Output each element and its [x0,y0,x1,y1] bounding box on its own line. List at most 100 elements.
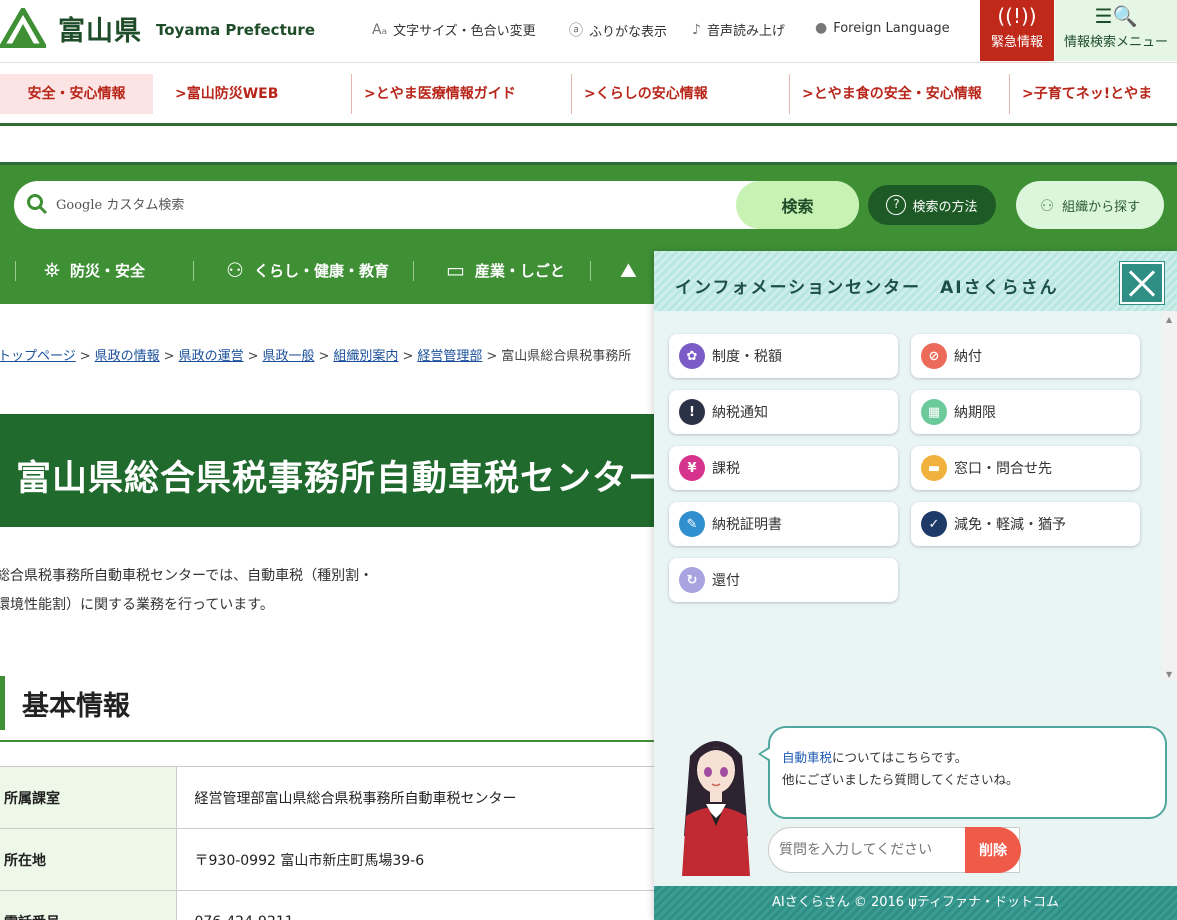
read-aloud-link[interactable]: ♪ 音声読み上げ [692,20,785,40]
speaker-icon: ♪ [692,21,701,38]
certificate-icon: ✎ [679,511,705,537]
table-row: 電話番号 076-424-9211 [0,890,660,920]
topic-button[interactable]: ▬ 窓口・問合せ先 [911,446,1140,490]
topic-button[interactable]: ↻ 還付 [669,558,898,602]
description-line: 環境性能割）に関する業務を行っています。 [0,597,274,613]
clip-icon: ⊘ [921,343,947,369]
breadcrumb-link[interactable]: 県政の運営 [179,349,244,364]
table-row-value: 〒930-0992 富山市新庄町馬場39-6 [176,828,660,891]
breadcrumb-separator: > [79,349,91,364]
table-row-value: 経営管理部富山県総合県税事務所自動車税センター [176,766,660,829]
breadcrumb-link[interactable]: トップページ [0,349,76,364]
breadcrumb-link[interactable]: 組織別案内 [333,349,398,364]
chat-title: インフォメーションセンター AIさくらさん [675,278,1059,298]
org-search-button[interactable]: ⚇ 組織から探す [1016,181,1164,229]
page-title-band: 富山県総合県税事務所自動車税センター [0,414,660,527]
emergency-info-button[interactable]: ((!)) 緊急情報 [980,0,1054,61]
breadcrumb-separator: > [247,349,259,364]
sakura-avatar [682,741,750,876]
search-howto-label: 検索の方法 [912,199,978,215]
site-logo[interactable]: 富山県 Toyama Prefecture [0,8,315,48]
assistant-message-bubble: 自動車税についてはこちらです。 他にございましたら質問してくださいね。 [758,726,1167,819]
search-menu-icon: ☰🔍 [1094,4,1138,28]
chat-scrollbar[interactable]: ▲ ▼ [1163,311,1177,681]
description-line: 総合県税事務所自動車税センターでは、自動車税（種別割・ [0,568,374,584]
topic-label: 窓口・問合せ先 [954,461,1052,477]
nav-category-safety[interactable]: ⛯ 防災・安全 [44,257,145,283]
text-size-label: 文字サイズ・色合い変更 [393,24,536,39]
scroll-up-icon[interactable]: ▲ [1166,315,1172,324]
search-input[interactable] [56,181,736,229]
breadcrumb-current: 富山県総合県税事務所 [501,349,632,364]
nav-category-industry[interactable]: ▭ 産業・しごと [446,257,565,283]
chat-conversation: 自動車税についてはこちらです。 他にございましたら質問してくださいね。 削除 [654,681,1177,886]
topic-label: 制度・税額 [712,349,782,365]
safety-link-childcare[interactable]: >子育てネッ!とやま [1009,74,1152,114]
scroll-down-icon[interactable]: ▼ [1166,670,1172,679]
info-search-menu-button[interactable]: ☰🔍 情報検索メニュー [1055,0,1177,61]
page-description: 総合県税事務所自動車税センターでは、自動車税（種別割・ 環境性能割）に関する業務… [0,562,656,620]
furigana-label: ふりがな表示 [589,24,668,40]
exclamation-icon: ! [679,399,705,425]
chat-close-button[interactable] [1119,261,1165,305]
nav-divider [15,261,16,281]
text-size-link[interactable]: Aₐ 文字サイズ・色合い変更 [372,20,536,40]
nav-category-living[interactable]: ⚇ くらし・健康・教育 [226,257,389,283]
delete-button[interactable]: 削除 [965,827,1021,873]
site-header: 富山県 Toyama Prefecture Aₐ 文字サイズ・色合い変更 ⓐ ふ… [0,0,1177,62]
topic-label: 納付 [954,349,982,365]
briefcase-icon: ▭ [446,258,465,282]
table-row-label: 所在地 [0,828,177,891]
chat-footer: AIさくらさん © 2016 ψティファナ・ドットコム [654,886,1177,920]
topic-button[interactable]: ✓ 減免・軽減・猶予 [911,502,1140,546]
topic-label: 納税証明書 [712,517,782,533]
chat-header: インフォメーションセンター AIさくらさん [654,251,1177,311]
section-accent-bar [0,676,5,730]
nav-category-tourism[interactable]: ⛰ [620,257,647,283]
org-search-label: 組織から探す [1062,199,1141,215]
breadcrumb-separator: > [486,349,498,364]
topic-button[interactable]: ⊘ 納付 [911,334,1140,378]
safety-link-living[interactable]: >くらしの安心情報 [571,74,708,114]
read-aloud-label: 音声読み上げ [706,24,785,39]
topic-button[interactable]: ▦ 納期限 [911,390,1140,434]
topic-link[interactable]: 自動車税 [782,750,832,765]
chat-topic-list: ✿ 制度・税額 ⊘ 納付 ! 納税通知 ▦ 納期限 ¥ 課税 ▬ 窓口・問合せ先… [654,311,1177,681]
table-row-value: 076-424-9211 [176,890,660,920]
text-size-icon: Aₐ [372,21,388,38]
nav-divider [590,261,591,281]
mountain-icon: ⛰ [620,258,637,282]
calendar-icon: ▦ [921,399,947,425]
section-title: 基本情報 [22,691,130,722]
nav-divider [413,261,414,281]
message-line: 他にございましたら質問してくださいね。 [782,772,1019,787]
furigana-link[interactable]: ⓐ ふりがな表示 [569,20,667,40]
breadcrumb-link[interactable]: 県政一般 [263,349,315,364]
safety-link-bousai[interactable]: >富山防災WEB [163,74,278,114]
desk-icon: ▬ [921,455,947,481]
breadcrumb-link[interactable]: 県政の情報 [95,349,160,364]
topic-button[interactable]: ✎ 納税証明書 [669,502,898,546]
search-icon [27,194,48,215]
basic-info-table: 所属課室 経営管理部富山県総合県税事務所自動車税センター 所在地 〒930-09… [0,766,660,920]
table-row-label: 所属課室 [0,766,177,829]
topic-label: 納期限 [954,405,996,421]
topic-label: 還付 [712,573,740,589]
globe-icon: ● [815,20,828,36]
foreign-language-link[interactable]: ● Foreign Language [815,20,950,36]
topic-label: 減免・軽減・猶予 [954,517,1066,533]
search-box: 検索 [14,181,859,229]
logo-english: Toyama Prefecture [156,21,315,39]
refresh-icon: ↻ [679,567,705,593]
topic-button[interactable]: ! 納税通知 [669,390,898,434]
search-howto-button[interactable]: ? 検索の方法 [868,185,996,225]
search-button[interactable]: 検索 [736,181,859,229]
breadcrumb-link[interactable]: 経営管理部 [417,349,482,364]
topic-button[interactable]: ✿ 制度・税額 [669,334,898,378]
alert-icon: ((!)) [997,4,1037,28]
safety-link-food[interactable]: >とやま食の安全・安心情報 [789,74,982,114]
breadcrumb-separator: > [402,349,414,364]
safety-link-medical[interactable]: >とやま医療情報ガイド [351,74,516,114]
question-icon: ? [886,195,907,215]
topic-button[interactable]: ¥ 課税 [669,446,898,490]
